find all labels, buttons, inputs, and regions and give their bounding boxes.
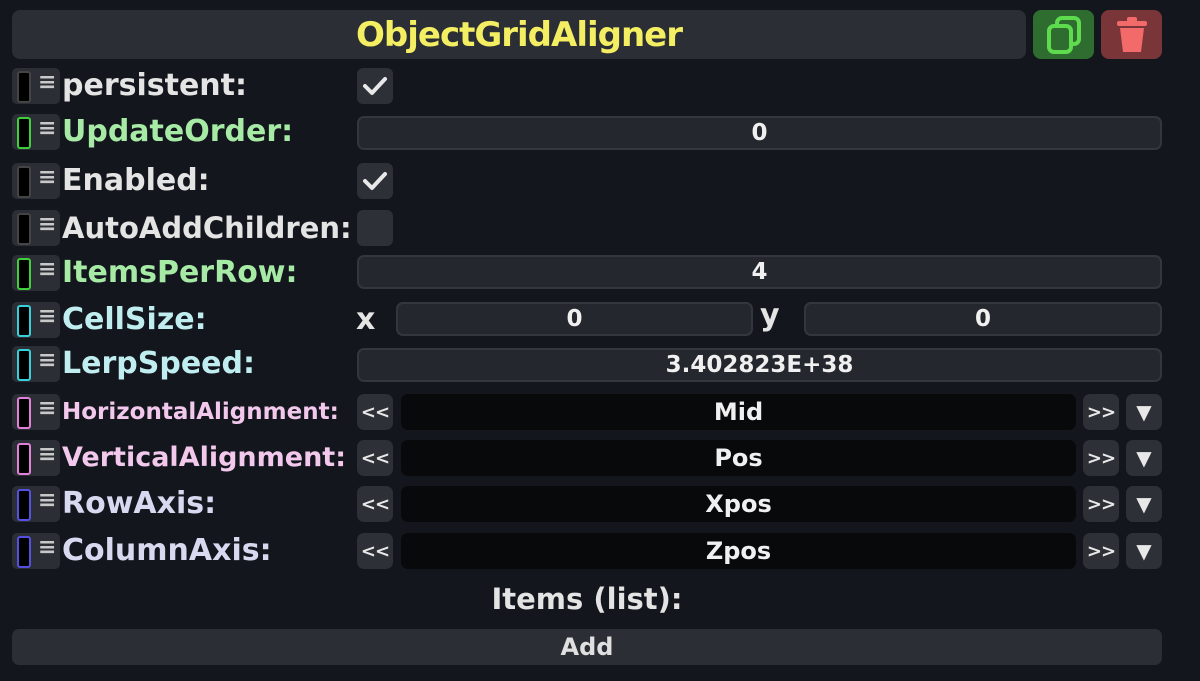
next-value-button[interactable]: >> — [1083, 440, 1119, 476]
prev-value-button[interactable]: << — [357, 440, 393, 476]
drag-handle[interactable]: ≡ — [12, 302, 60, 338]
drag-handle[interactable]: ≡ — [12, 533, 60, 569]
field-label: CellSize: — [62, 302, 207, 337]
field-row-lerp-speed: ≡ LerpSpeed: 3.402823E+38 — [0, 346, 1200, 386]
hamburger-icon: ≡ — [38, 257, 57, 282]
enabled-checkbox[interactable] — [357, 163, 393, 199]
delete-button[interactable] — [1101, 10, 1162, 59]
field-label: ColumnAxis: — [62, 533, 272, 568]
add-item-button[interactable]: Add — [12, 629, 1162, 665]
field-label: LerpSpeed: — [62, 346, 255, 381]
lerp-speed-input[interactable]: 3.402823E+38 — [357, 348, 1162, 382]
horizontal-alignment-value[interactable]: Mid — [401, 394, 1076, 430]
field-row-items-per-row: ≡ ItemsPerRow: 4 — [0, 255, 1200, 295]
next-value-button[interactable]: >> — [1083, 533, 1119, 569]
x-axis-label: x — [356, 302, 376, 337]
field-row-persistent: ≡ persistent: — [0, 68, 1200, 108]
field-row-horizontal-alignment: ≡ HorizontalAlignment: << Mid >> ▼ — [0, 394, 1200, 434]
type-swatch — [17, 213, 31, 245]
items-per-row-input[interactable]: 4 — [357, 255, 1162, 289]
hamburger-icon: ≡ — [38, 535, 57, 560]
field-label: AutoAddChildren: — [62, 211, 352, 245]
y-axis-label: y — [760, 298, 780, 333]
type-swatch — [17, 305, 31, 337]
column-axis-value[interactable]: Zpos — [401, 533, 1076, 569]
field-row-enabled: ≡ Enabled: — [0, 163, 1200, 203]
drag-handle[interactable]: ≡ — [12, 210, 60, 246]
field-label: UpdateOrder: — [62, 114, 294, 149]
component-title: ObjectGridAligner — [355, 14, 683, 55]
cell-size-x-input[interactable]: 0 — [396, 302, 753, 336]
component-header: ObjectGridAligner — [12, 10, 1026, 59]
next-value-button[interactable]: >> — [1083, 394, 1119, 430]
hamburger-icon: ≡ — [38, 396, 57, 421]
field-row-cell-size: ≡ CellSize: x 0 y 0 — [0, 298, 1200, 342]
dropdown-arrow-icon[interactable]: ▼ — [1126, 533, 1162, 569]
hamburger-icon: ≡ — [38, 348, 57, 373]
drag-handle[interactable]: ≡ — [12, 163, 60, 199]
cell-size-y-input[interactable]: 0 — [804, 302, 1162, 336]
hamburger-icon: ≡ — [38, 212, 57, 237]
type-swatch — [17, 397, 31, 429]
field-label: HorizontalAlignment: — [62, 399, 339, 425]
type-swatch — [17, 258, 31, 290]
type-swatch — [17, 443, 31, 475]
type-swatch — [17, 166, 31, 198]
dropdown-arrow-icon[interactable]: ▼ — [1126, 440, 1162, 476]
hamburger-icon: ≡ — [38, 165, 57, 190]
copy-icon — [1046, 15, 1081, 54]
items-list-label: Items (list): — [491, 582, 683, 616]
hamburger-icon: ≡ — [38, 116, 57, 141]
drag-handle[interactable]: ≡ — [12, 486, 60, 522]
type-swatch — [17, 71, 31, 103]
trash-icon — [1116, 16, 1147, 52]
field-row-auto-add-children: ≡ AutoAddChildren: — [0, 210, 1200, 250]
auto-add-children-checkbox[interactable] — [357, 210, 393, 246]
type-swatch — [17, 117, 31, 149]
dropdown-arrow-icon[interactable]: ▼ — [1126, 394, 1162, 430]
field-row-row-axis: ≡ RowAxis: << Xpos >> ▼ — [0, 486, 1200, 526]
field-row-update-order: ≡ UpdateOrder: 0 — [0, 114, 1200, 154]
field-label: Enabled: — [62, 163, 210, 198]
prev-value-button[interactable]: << — [357, 533, 393, 569]
hamburger-icon: ≡ — [38, 442, 57, 467]
type-swatch — [17, 489, 31, 521]
drag-handle[interactable]: ≡ — [12, 346, 60, 382]
checkmark-icon — [363, 172, 387, 190]
field-label: ItemsPerRow: — [62, 255, 298, 290]
drag-handle[interactable]: ≡ — [12, 440, 60, 476]
field-label: VerticalAlignment: — [62, 442, 347, 473]
prev-value-button[interactable]: << — [357, 486, 393, 522]
vertical-alignment-value[interactable]: Pos — [401, 440, 1076, 476]
checkmark-icon — [363, 77, 387, 95]
hamburger-icon: ≡ — [38, 70, 57, 95]
persistent-checkbox[interactable] — [357, 68, 393, 104]
prev-value-button[interactable]: << — [357, 394, 393, 430]
type-swatch — [17, 349, 31, 381]
field-label: persistent: — [62, 68, 247, 103]
drag-handle[interactable]: ≡ — [12, 114, 60, 150]
field-row-vertical-alignment: ≡ VerticalAlignment: << Pos >> ▼ — [0, 440, 1200, 480]
copy-button[interactable] — [1033, 10, 1094, 59]
hamburger-icon: ≡ — [38, 488, 57, 513]
next-value-button[interactable]: >> — [1083, 486, 1119, 522]
row-axis-value[interactable]: Xpos — [401, 486, 1076, 522]
field-row-column-axis: ≡ ColumnAxis: << Zpos >> ▼ — [0, 533, 1200, 573]
dropdown-arrow-icon[interactable]: ▼ — [1126, 486, 1162, 522]
hamburger-icon: ≡ — [38, 304, 57, 329]
update-order-input[interactable]: 0 — [357, 116, 1162, 150]
drag-handle[interactable]: ≡ — [12, 255, 60, 291]
drag-handle[interactable]: ≡ — [12, 68, 60, 104]
type-swatch — [17, 536, 31, 568]
field-label: RowAxis: — [62, 486, 217, 521]
drag-handle[interactable]: ≡ — [12, 394, 60, 430]
